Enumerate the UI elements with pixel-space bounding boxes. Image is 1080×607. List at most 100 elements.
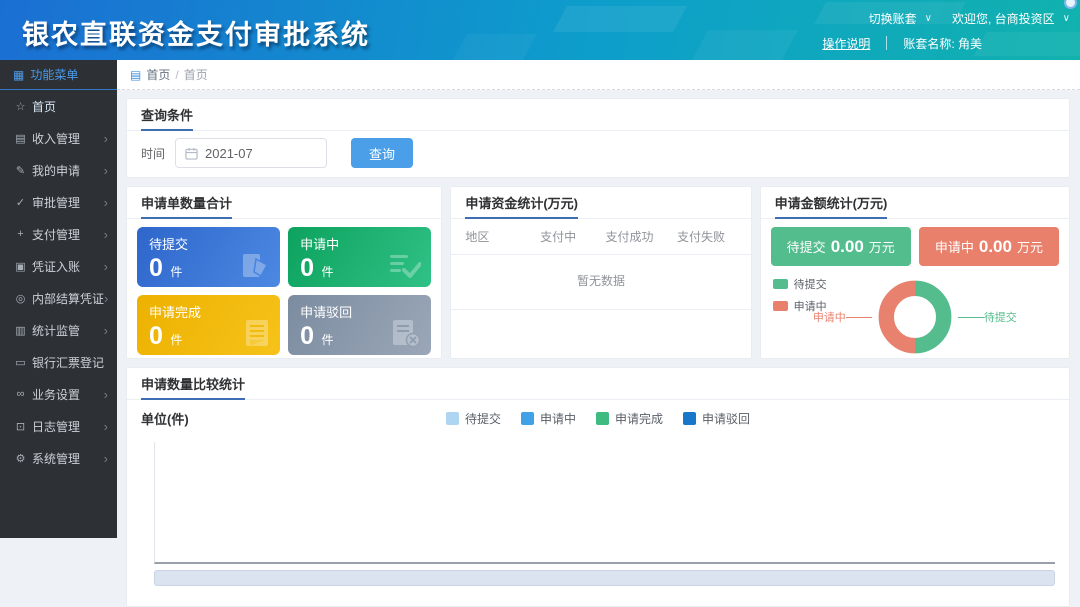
column-header: 支付失败 xyxy=(665,228,736,245)
amount-pending-button[interactable]: 待提交 0.00 万元 xyxy=(771,227,911,266)
operation-guide-link[interactable]: 操作说明 xyxy=(822,35,870,52)
home-star-icon: ☆ xyxy=(13,100,28,113)
sidebar-item-home[interactable]: ☆ 首页 xyxy=(0,90,117,122)
disc-icon: ◎ xyxy=(13,292,28,305)
search-button[interactable]: 查询 xyxy=(351,138,413,168)
stat-value: 0 xyxy=(149,254,163,282)
amount-stats-panel: 申请金额统计(万元) 待提交 0.00 万元 申请中 0.00 万元 xyxy=(760,186,1070,359)
sidebar-item-log-management[interactable]: ⊡ 日志管理 › xyxy=(0,410,117,442)
month-picker-value: 2021-07 xyxy=(205,146,253,161)
check-icon: ✓ xyxy=(13,196,28,209)
chevron-down-icon[interactable]: ∨ xyxy=(1063,13,1070,24)
legend-swatch xyxy=(773,279,788,289)
welcome-user-menu[interactable]: 欢迎您, 台商投资区 xyxy=(952,10,1055,27)
notification-dot-icon[interactable] xyxy=(1064,0,1077,9)
donut-chart xyxy=(874,276,956,358)
legend-item-pending-submit[interactable]: 待提交 xyxy=(446,410,501,427)
chevron-right-icon: › xyxy=(104,420,108,433)
bar-chart-icon: ▥ xyxy=(13,324,28,337)
legend-item-in-progress[interactable]: 申请中 xyxy=(773,298,827,314)
count-summary-panel: 申请单数量合计 待提交 0 件 xyxy=(126,186,442,359)
sidebar-item-bank-draft[interactable]: ▭ 银行汇票登记 xyxy=(0,346,117,378)
amount-stats-title: 申请金额统计(万元) xyxy=(775,193,888,219)
legend-swatch xyxy=(683,412,696,425)
main-area: ▤ 首页 / 首页 查询条件 时间 2021-07 xyxy=(117,60,1080,546)
stat-card-rejected[interactable]: 申请驳回 0 件 xyxy=(288,295,431,355)
briefcase-icon: ▣ xyxy=(13,260,28,273)
donut-segment-pending[interactable] xyxy=(915,288,944,345)
grid-icon: ▦ xyxy=(13,68,24,82)
sidebar-item-approval[interactable]: ✓ 审批管理 › xyxy=(0,186,117,218)
chevron-right-icon: › xyxy=(104,132,108,145)
amount-in-progress-button[interactable]: 申请中 0.00 万元 xyxy=(919,227,1059,266)
list-check-icon xyxy=(389,252,421,280)
amount-value: 0.00 xyxy=(831,237,864,257)
document-icon xyxy=(244,318,270,348)
compare-chart-title: 申请数量比较统计 xyxy=(141,374,245,400)
document-icon: ▤ xyxy=(13,132,28,145)
donut-segment-in-progress[interactable] xyxy=(886,288,915,345)
legend-item-completed[interactable]: 申请完成 xyxy=(596,410,663,427)
query-panel-title: 查询条件 xyxy=(141,105,193,131)
query-panel: 查询条件 时间 2021-07 查询 xyxy=(126,98,1070,178)
column-header: 支付中 xyxy=(522,228,593,245)
datazoom-slider[interactable] xyxy=(154,570,1055,586)
sidebar-menu-title[interactable]: ▦ 功能菜单 xyxy=(0,60,117,90)
pencil-icon: ✎ xyxy=(13,164,28,177)
stat-card-in-progress[interactable]: 申请中 0 件 xyxy=(288,227,431,287)
chevron-down-icon[interactable]: ∨ xyxy=(925,13,932,24)
document-x-icon xyxy=(391,318,421,348)
legend-swatch xyxy=(521,412,534,425)
legend-swatch xyxy=(773,301,788,311)
header-decor-shape xyxy=(453,34,537,60)
chevron-right-icon: › xyxy=(104,292,108,305)
donut-chart-area: 待提交 申请中 申请中 xyxy=(771,273,1059,361)
sidebar-item-payment[interactable]: + 支付管理 › xyxy=(0,218,117,250)
legend-item-pending[interactable]: 待提交 xyxy=(773,276,827,292)
donut-right-label: 待提交 xyxy=(984,309,1017,325)
chevron-right-icon: › xyxy=(104,164,108,177)
column-header: 支付成功 xyxy=(594,228,665,245)
sidebar-item-system-management[interactable]: ⚙ 系统管理 › xyxy=(0,442,117,474)
legend-item-rejected[interactable]: 申请驳回 xyxy=(683,410,750,427)
column-header: 地区 xyxy=(465,228,522,245)
app-header: 银农直联资金支付审批系统 切换账套 ∨ 欢迎您, 台商投资区 ∨ 操作说明 账套… xyxy=(0,0,1080,60)
gear-icon: ⚙ xyxy=(13,452,28,465)
breadcrumb-home-link[interactable]: 首页 xyxy=(146,66,170,83)
edit-square-icon: ⊡ xyxy=(13,420,28,433)
stat-value: 0 xyxy=(149,322,163,350)
switch-account-button[interactable]: 切换账套 xyxy=(869,10,917,27)
chevron-right-icon: › xyxy=(104,324,108,337)
link-icon: ∞ xyxy=(13,388,28,400)
chevron-right-icon: › xyxy=(104,388,108,401)
legend-swatch xyxy=(596,412,609,425)
sidebar-item-my-applications[interactable]: ✎ 我的申请 › xyxy=(0,154,117,186)
plus-icon: + xyxy=(13,228,28,240)
sidebar: ▦ 功能菜单 ☆ 首页 ▤ 收入管理 › ✎ 我的申请 › ✓ 审批管理 › +… xyxy=(0,60,117,538)
legend-swatch xyxy=(446,412,459,425)
sidebar-item-voucher-entry[interactable]: ▣ 凭证入账 › xyxy=(0,250,117,282)
card-icon: ▭ xyxy=(13,356,28,369)
sidebar-item-income[interactable]: ▤ 收入管理 › xyxy=(0,122,117,154)
legend-item-in-progress[interactable]: 申请中 xyxy=(521,410,576,427)
stat-card-completed[interactable]: 申请完成 0 件 xyxy=(137,295,280,355)
stat-value: 0 xyxy=(300,322,314,350)
sidebar-item-internal-settlement[interactable]: ◎ 内部结算凭证 › xyxy=(0,282,117,314)
app-title: 银农直联资金支付审批系统 xyxy=(22,13,370,52)
donut-right-line xyxy=(958,317,984,318)
calendar-icon xyxy=(185,147,198,160)
table-header-row: 地区 支付中 支付成功 支付失败 xyxy=(451,219,750,255)
chevron-right-icon: › xyxy=(104,260,108,273)
compare-chart-panel: 申请数量比较统计 单位(件) 待提交 申请中 申请完成 xyxy=(126,367,1070,607)
sidebar-item-statistics[interactable]: ▥ 统计监管 › xyxy=(0,314,117,346)
sidebar-item-business-settings[interactable]: ∞ 业务设置 › xyxy=(0,378,117,410)
stat-card-pending-submit[interactable]: 待提交 0 件 xyxy=(137,227,280,287)
chevron-right-icon: › xyxy=(104,196,108,209)
breadcrumb-current: 首页 xyxy=(184,66,208,83)
table-empty-state: 暂无数据 xyxy=(451,255,750,310)
month-picker-input[interactable]: 2021-07 xyxy=(175,138,327,168)
document-edit-icon xyxy=(240,250,270,280)
header-decor-shape xyxy=(692,30,798,60)
document-icon: ▤ xyxy=(130,68,141,82)
time-label: 时间 xyxy=(141,145,165,162)
